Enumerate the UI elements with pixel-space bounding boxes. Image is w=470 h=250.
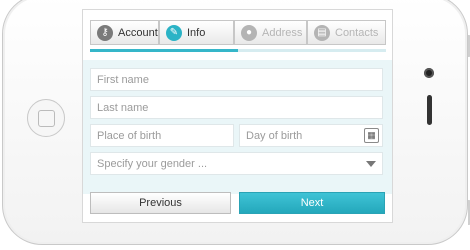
- pencil-icon: ✎: [166, 24, 182, 41]
- next-button[interactable]: Next: [239, 192, 385, 214]
- wizard-progress-bar: [90, 49, 386, 52]
- progress-fill: [90, 49, 238, 52]
- gender-select[interactable]: Specify your gender ...: [90, 152, 383, 175]
- first-name-placeholder: First name: [97, 73, 149, 86]
- step-label: Address: [262, 26, 303, 39]
- day-of-birth-field[interactable]: Day of birth ▦: [239, 124, 383, 147]
- step-info[interactable]: ✎ Info: [159, 20, 234, 45]
- phone-frame: ⚷ Account ✎ Info ● Address ▤ Contacts Fi…: [2, 0, 470, 245]
- location-pin-icon: ●: [241, 24, 257, 41]
- last-name-field[interactable]: Last name: [90, 96, 383, 119]
- gender-placeholder: Specify your gender ...: [97, 157, 208, 170]
- step-label: Contacts: [335, 26, 379, 39]
- step-label: Account: [118, 26, 158, 39]
- contact-card-icon: ▤: [314, 24, 330, 41]
- day-of-birth-placeholder: Day of birth: [246, 129, 303, 142]
- step-account[interactable]: ⚷ Account: [90, 20, 159, 45]
- step-label: Info: [187, 26, 206, 39]
- chevron-down-icon: [366, 161, 376, 167]
- first-name-field[interactable]: First name: [90, 68, 383, 91]
- step-address[interactable]: ● Address: [234, 20, 307, 45]
- last-name-placeholder: Last name: [97, 101, 149, 114]
- screen: ⚷ Account ✎ Info ● Address ▤ Contacts Fi…: [82, 9, 393, 223]
- camera-icon: [424, 68, 434, 78]
- key-icon: ⚷: [97, 24, 113, 41]
- step-contacts[interactable]: ▤ Contacts: [307, 20, 386, 45]
- speaker-grille: [427, 95, 432, 125]
- wizard-steps: ⚷ Account ✎ Info ● Address ▤ Contacts: [90, 20, 386, 47]
- home-button[interactable]: [27, 99, 65, 137]
- place-of-birth-field[interactable]: Place of birth: [90, 124, 234, 147]
- calendar-icon[interactable]: ▦: [364, 128, 379, 143]
- previous-button[interactable]: Previous: [90, 192, 231, 214]
- place-of-birth-placeholder: Place of birth: [97, 129, 162, 142]
